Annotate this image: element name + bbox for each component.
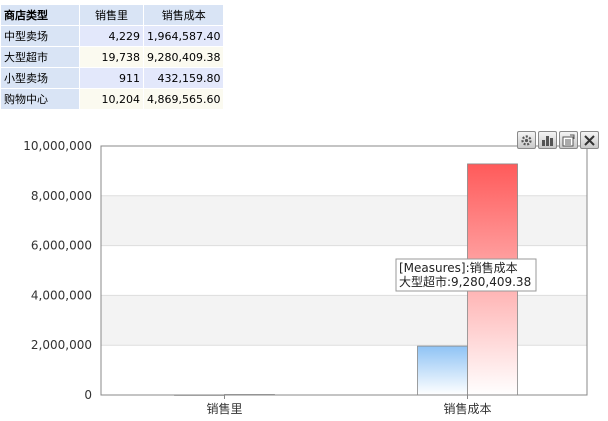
bar-1-0[interactable] [417,345,468,396]
tooltip-line-2: 大型超市:9,280,409.38 [399,274,531,289]
cell-sales: 19,738 [79,46,144,68]
y-tick-label: 4,000,000 [31,288,92,302]
settings-icon[interactable] [517,131,536,149]
export-icon[interactable] [559,131,578,149]
chart-tooltip: [Measures]:销售成本 大型超市:9,280,409.38 [395,258,537,292]
table-row: 购物中心 10,204 4,869,565.60 [0,88,225,110]
header-cost[interactable]: 销售成本 [142,4,225,26]
header-sales[interactable]: 销售里 [79,4,144,26]
row-label[interactable]: 大型超市 [0,46,80,68]
x-axis-ticks: 销售里 销售成本 [206,395,492,416]
y-tick-label: 2,000,000 [31,338,92,352]
x-tick-label: 销售成本 [443,401,491,416]
y-axis-ticks: 0 2,000,000 4,000,000 6,000,000 8,000,000 10,… [23,139,92,402]
table-header-row: 商店类型 销售里 销售成本 [0,4,225,26]
row-label[interactable]: 购物中心 [0,88,80,110]
y-tick-label: 0 [84,388,92,402]
table-row: 中型卖场 4,229 1,964,587.40 [0,25,225,47]
cell-sales: 10,204 [79,88,144,110]
header-store-type[interactable]: 商店类型 [0,4,80,26]
tooltip-line-1: [Measures]:销售成本 [399,260,518,275]
row-label[interactable]: 小型卖场 [0,67,80,89]
table-row: 小型卖场 911 432,159.80 [0,67,225,89]
cell-cost: 4,869,565.60 [142,88,225,110]
cell-cost: 432,159.80 [142,67,225,89]
chart-type-icon[interactable] [538,131,557,149]
cell-cost: 1,964,587.40 [142,25,225,47]
chart-toolbar [517,131,599,151]
table-row: 大型超市 19,738 9,280,409.38 [0,46,225,68]
cell-sales: 4,229 [79,25,144,47]
x-tick-label: 销售里 [206,401,242,416]
y-tick-label: 10,000,000 [23,139,92,153]
cell-sales: 911 [79,67,144,89]
y-tick-label: 8,000,000 [31,189,92,203]
pivot-table: 商店类型 销售里 销售成本 中型卖场 4,229 1,964,587.40 大型… [0,4,225,110]
close-icon[interactable] [580,131,599,149]
y-tick-label: 6,000,000 [31,239,92,253]
row-label[interactable]: 中型卖场 [0,25,80,47]
cell-cost: 9,280,409.38 [142,46,225,68]
